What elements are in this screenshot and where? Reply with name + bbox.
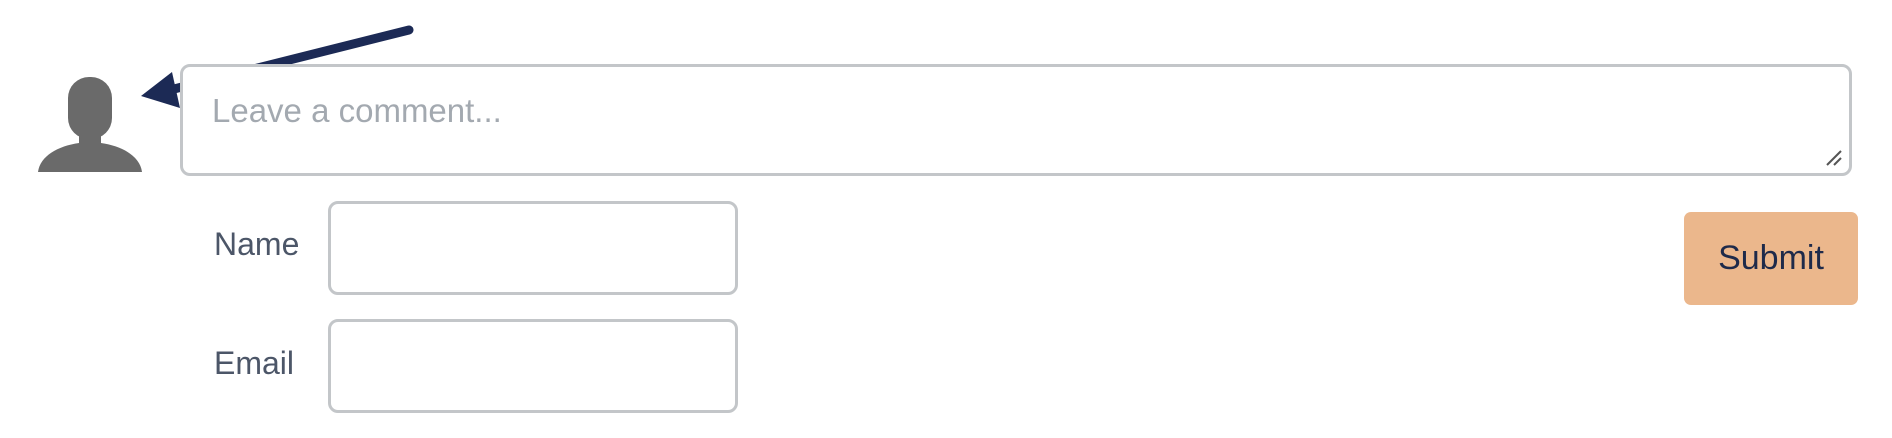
name-label: Name bbox=[214, 226, 300, 262]
email-field[interactable] bbox=[328, 319, 738, 413]
resize-grip-icon[interactable] bbox=[1825, 149, 1843, 167]
avatar-icon bbox=[38, 76, 142, 172]
comment-textarea[interactable]: Leave a comment... bbox=[180, 64, 1852, 176]
comment-placeholder: Leave a comment... bbox=[212, 92, 502, 129]
submit-button[interactable]: Submit bbox=[1684, 212, 1858, 305]
name-field[interactable] bbox=[328, 201, 738, 295]
email-label: Email bbox=[214, 345, 295, 381]
